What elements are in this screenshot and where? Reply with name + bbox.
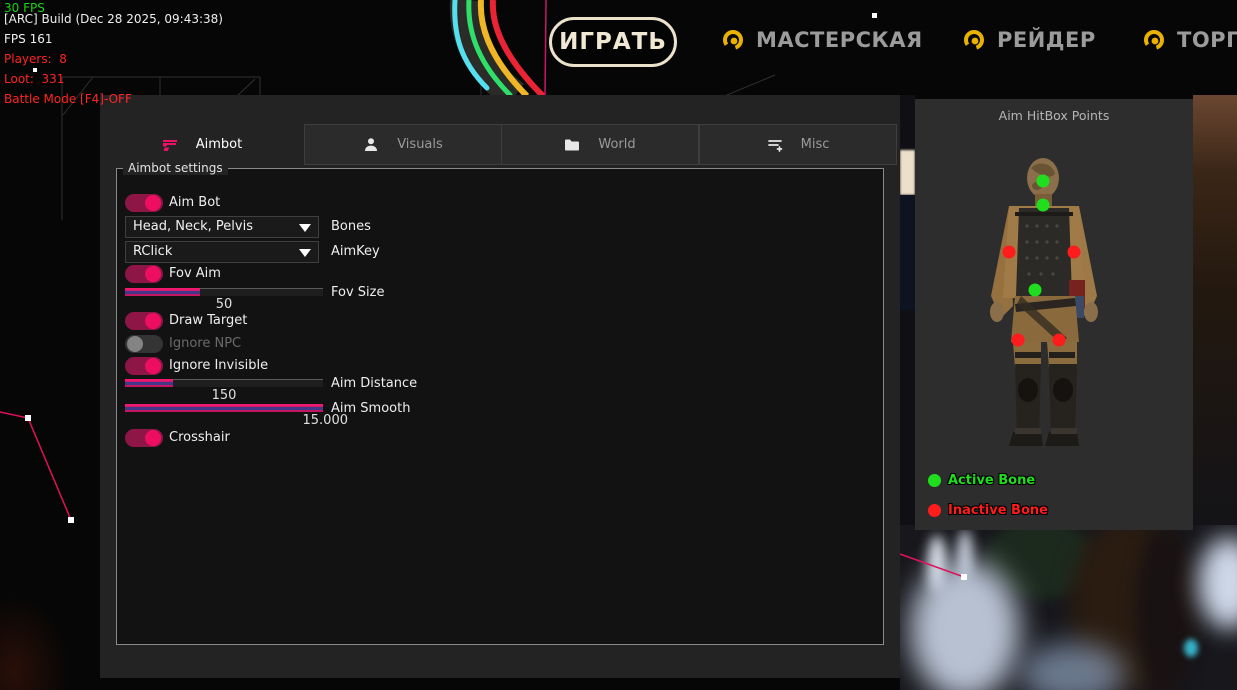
hitbox-points-layer — [915, 99, 1193, 530]
aim-distance-slider[interactable] — [125, 379, 323, 387]
players-count: Players: 8 — [4, 49, 223, 69]
hitbox-point-neck — [1037, 199, 1050, 212]
coil-icon — [722, 29, 744, 51]
person-icon — [363, 137, 379, 153]
legend-inactive-bone: Inactive Bone — [928, 503, 1048, 518]
tab-label: Misc — [801, 137, 830, 152]
aimkey-label: AimKey — [331, 244, 380, 259]
ignore-invisible-row: Ignore Invisible — [125, 357, 163, 375]
tab-aimbot[interactable]: Aimbot — [103, 124, 301, 165]
aim-bot-label: Aim Bot — [169, 195, 220, 210]
list-plus-icon — [767, 137, 783, 153]
bones-label: Bones — [331, 219, 371, 234]
aim-distance-value: 150 — [125, 388, 323, 403]
bones-dropdown-value: Head, Neck, Pelvis — [133, 219, 253, 234]
pistol-icon — [162, 137, 178, 153]
tab-label: Aimbot — [196, 137, 242, 152]
fov-size-label: Fov Size — [331, 285, 384, 300]
crosshair-label: Crosshair — [169, 430, 230, 445]
aim-smooth-value: 15.000 — [150, 413, 348, 428]
active-bone-dot — [928, 474, 941, 487]
draw-target-toggle[interactable] — [125, 312, 163, 330]
menu-item-raider[interactable]: РЕЙДЕР — [963, 28, 1096, 52]
hitbox-point-right-arm — [1068, 246, 1081, 259]
hitbox-point-left-arm — [1003, 246, 1016, 259]
menu-item-workshop[interactable]: МАСТЕРСКАЯ — [722, 28, 923, 52]
draw-target-row: Draw Target — [125, 312, 163, 330]
coil-icon — [1143, 29, 1165, 51]
hitbox-panel: Aim HitBox Points — [915, 99, 1193, 530]
menu-item-label: РЕЙДЕР — [997, 28, 1096, 52]
hitbox-point-right-thigh — [1053, 334, 1066, 347]
play-button[interactable]: ИГРАТЬ — [549, 17, 677, 67]
tab-label: World — [598, 137, 635, 152]
aim-smooth-slider[interactable] — [125, 404, 323, 412]
hitbox-point-left-thigh — [1012, 334, 1025, 347]
tab-world[interactable]: World — [501, 124, 699, 165]
menu-item-label: МАСТЕРСКАЯ — [756, 28, 923, 52]
game-background-right-strip — [1193, 95, 1237, 530]
game-background-gap-strip — [900, 95, 915, 530]
aimkey-dropdown-value: RClick — [133, 244, 172, 259]
hitbox-point-pelvis — [1029, 284, 1042, 297]
chevron-down-icon — [299, 249, 311, 257]
fov-size-slider[interactable] — [125, 288, 323, 296]
crosshair-toggle[interactable] — [125, 429, 163, 447]
ignore-invisible-toggle[interactable] — [125, 357, 163, 375]
tab-visuals[interactable]: Visuals — [304, 124, 502, 165]
crosshair-row: Crosshair — [125, 429, 163, 447]
aimkey-dropdown[interactable]: RClick — [125, 241, 319, 263]
tab-misc[interactable]: Misc — [699, 124, 897, 165]
coil-icon — [963, 29, 985, 51]
chevron-down-icon — [299, 224, 311, 232]
debug-hud: 30 FPS [ARC] Build (Dec 28 2025, 09:43:3… — [4, 0, 223, 109]
cheat-menu-panel: Aimbot Visuals World Misc Aimbot setting… — [100, 95, 900, 678]
aimbot-settings-group: Aimbot settings Aim Bot Head, Neck, Pelv… — [116, 168, 884, 645]
fov-size-value: 50 — [125, 297, 323, 312]
build-info: [ARC] Build (Dec 28 2025, 09:43:38) — [4, 9, 223, 29]
menu-item-trade[interactable]: ТОРГО — [1143, 28, 1237, 52]
ignore-invisible-label: Ignore Invisible — [169, 358, 268, 373]
bones-dropdown[interactable]: Head, Neck, Pelvis — [125, 216, 319, 238]
ignore-npc-row: Ignore NPC — [125, 335, 163, 353]
loot-count: Loot: 331 — [4, 69, 223, 89]
fov-aim-row: Fov Aim — [125, 265, 163, 283]
fps-label: FPS 161 — [4, 29, 223, 49]
esp-line-bottom-right — [898, 548, 978, 588]
menu-item-label: ТОРГО — [1177, 28, 1237, 52]
draw-target-label: Draw Target — [169, 313, 247, 328]
fov-aim-toggle[interactable] — [125, 265, 163, 283]
active-bone-label: Active Bone — [948, 473, 1035, 488]
inactive-bone-label: Inactive Bone — [948, 503, 1048, 518]
esp-polyline-left — [0, 385, 90, 540]
group-title: Aimbot settings — [123, 161, 228, 175]
aim-distance-label: Aim Distance — [331, 376, 417, 391]
battle-mode-status: Battle Mode [F4]-OFF — [4, 89, 223, 109]
game-background-corner — [0, 595, 70, 690]
tab-label: Visuals — [397, 137, 443, 152]
fov-aim-label: Fov Aim — [169, 266, 221, 281]
aim-bot-toggle[interactable] — [125, 194, 163, 212]
folder-icon — [564, 137, 580, 153]
ignore-npc-label: Ignore NPC — [169, 336, 241, 351]
ignore-npc-toggle[interactable] — [125, 335, 163, 353]
inactive-bone-dot — [928, 504, 941, 517]
hitbox-point-head — [1037, 175, 1050, 188]
aim-bot-row: Aim Bot — [125, 194, 163, 212]
legend-active-bone: Active Bone — [928, 473, 1035, 488]
